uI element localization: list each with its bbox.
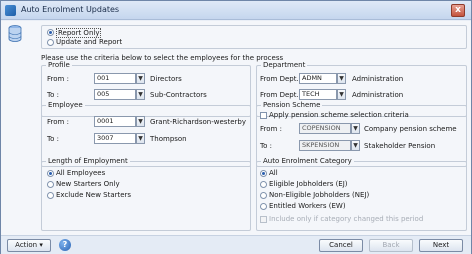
- help-icon[interactable]: ?: [59, 239, 71, 251]
- employee-from-desc: Grant-Richardson-westerby: [150, 118, 246, 126]
- department-from-desc: Administration: [352, 75, 404, 83]
- employee-to-input[interactable]: 3007: [94, 133, 136, 144]
- next-button[interactable]: Next: [419, 239, 463, 252]
- dropdown-arrow-icon: ▼: [353, 142, 358, 149]
- profile-to-desc: Sub-Contractors: [150, 91, 207, 99]
- window-title: Auto Enrolment Updates: [21, 5, 120, 14]
- profile-from-label: From :: [47, 75, 69, 83]
- category-option-radio[interactable]: [260, 203, 267, 210]
- dropdown-arrow-icon: ▼: [138, 75, 143, 82]
- length-option-label[interactable]: New Starters Only: [56, 180, 120, 188]
- chevron-down-icon: ▾: [39, 241, 43, 249]
- pension-to-label: To :: [260, 142, 272, 150]
- dropdown-arrow-icon: ▼: [353, 125, 358, 132]
- category-changed-checkbox[interactable]: [260, 216, 267, 223]
- profile-to-dropdown[interactable]: ▼: [136, 89, 145, 100]
- department-from-input[interactable]: ADMN: [299, 73, 337, 84]
- pension-from-input[interactable]: COPENSION: [299, 123, 351, 134]
- dialog-body: Report Only Update and Report Please use…: [1, 21, 471, 235]
- pension-group-label: Pension Scheme: [261, 101, 323, 109]
- category-changed-label: Include only if category changed this pe…: [269, 215, 424, 223]
- profile-from-input[interactable]: 001: [94, 73, 136, 84]
- apply-pension-checkbox[interactable]: [260, 112, 267, 119]
- pension-from-label: From :: [260, 125, 282, 133]
- department-to-desc: Administration: [352, 91, 404, 99]
- dialog-window: Auto Enrolment Updates x Report Only Upd…: [0, 0, 472, 254]
- pension-to-dropdown[interactable]: ▼: [351, 140, 360, 151]
- employee-from-label: From :: [47, 118, 69, 126]
- cancel-button[interactable]: Cancel: [319, 239, 363, 252]
- action-button[interactable]: Action ▾: [7, 239, 51, 252]
- dropdown-arrow-icon: ▼: [138, 91, 143, 98]
- criteria-prompt: Please use the criteria below to select …: [41, 54, 284, 62]
- category-option-label[interactable]: Eligible Jobholders (EJ): [269, 180, 348, 188]
- length-option-radio[interactable]: [47, 170, 54, 177]
- title-bar: Auto Enrolment Updates x: [1, 1, 471, 20]
- report-only-label[interactable]: Report Only: [56, 28, 102, 38]
- profile-from-dropdown[interactable]: ▼: [136, 73, 145, 84]
- department-to-input[interactable]: TECH: [299, 89, 337, 100]
- category-option-radio[interactable]: [260, 170, 267, 177]
- footer-bar: Action ▾ ? Cancel Back Next: [1, 235, 471, 254]
- update-and-report-label[interactable]: Update and Report: [56, 38, 122, 46]
- department-to-dropdown[interactable]: ▼: [337, 89, 346, 100]
- dropdown-arrow-icon: ▼: [138, 135, 143, 142]
- employee-to-label: To :: [47, 135, 59, 143]
- category-group-label: Auto Enrolment Category: [261, 157, 354, 165]
- category-option-label[interactable]: Non-Eligible Jobholders (NEJ): [269, 191, 369, 199]
- action-button-label: Action: [15, 241, 38, 249]
- employee-to-desc: Thompson: [150, 135, 187, 143]
- department-from-label: From Dept. :: [260, 75, 304, 83]
- profile-group-label: Profile: [46, 61, 72, 69]
- pension-to-desc: Stakeholder Pension: [364, 142, 436, 150]
- category-option-label[interactable]: Entitled Workers (EW): [269, 202, 346, 210]
- department-to-label: From Dept. :: [260, 91, 304, 99]
- department-group-label: Department: [261, 61, 308, 69]
- category-option-label[interactable]: All: [269, 169, 278, 177]
- employee-from-input[interactable]: 0001: [94, 116, 136, 127]
- app-icon: [5, 5, 16, 16]
- category-option-radio[interactable]: [260, 181, 267, 188]
- report-only-radio[interactable]: [47, 29, 54, 36]
- department-from-dropdown[interactable]: ▼: [337, 73, 346, 84]
- employee-to-dropdown[interactable]: ▼: [136, 133, 145, 144]
- length-option-radio[interactable]: [47, 181, 54, 188]
- employee-from-dropdown[interactable]: ▼: [136, 116, 145, 127]
- pension-from-dropdown[interactable]: ▼: [351, 123, 360, 134]
- category-option-radio[interactable]: [260, 192, 267, 199]
- length-option-label[interactable]: Exclude New Starters: [56, 191, 131, 199]
- dropdown-arrow-icon: ▼: [138, 118, 143, 125]
- length-group-label: Length of Employment: [46, 157, 130, 165]
- employee-group-label: Employee: [46, 101, 85, 109]
- profile-to-input[interactable]: 005: [94, 89, 136, 100]
- back-button[interactable]: Back: [369, 239, 413, 252]
- apply-pension-label[interactable]: Apply pension scheme selection criteria: [269, 111, 409, 119]
- length-option-label[interactable]: All Employees: [56, 169, 105, 177]
- update-and-report-radio[interactable]: [47, 39, 54, 46]
- dropdown-arrow-icon: ▼: [339, 91, 344, 98]
- pension-to-input[interactable]: SKPENSION: [299, 140, 351, 151]
- pension-from-desc: Company pension scheme: [364, 125, 457, 133]
- profile-from-desc: Directors: [150, 75, 182, 83]
- database-icon: [8, 25, 22, 42]
- close-button[interactable]: x: [451, 4, 465, 17]
- dropdown-arrow-icon: ▼: [339, 75, 344, 82]
- profile-to-label: To :: [47, 91, 59, 99]
- length-option-radio[interactable]: [47, 192, 54, 199]
